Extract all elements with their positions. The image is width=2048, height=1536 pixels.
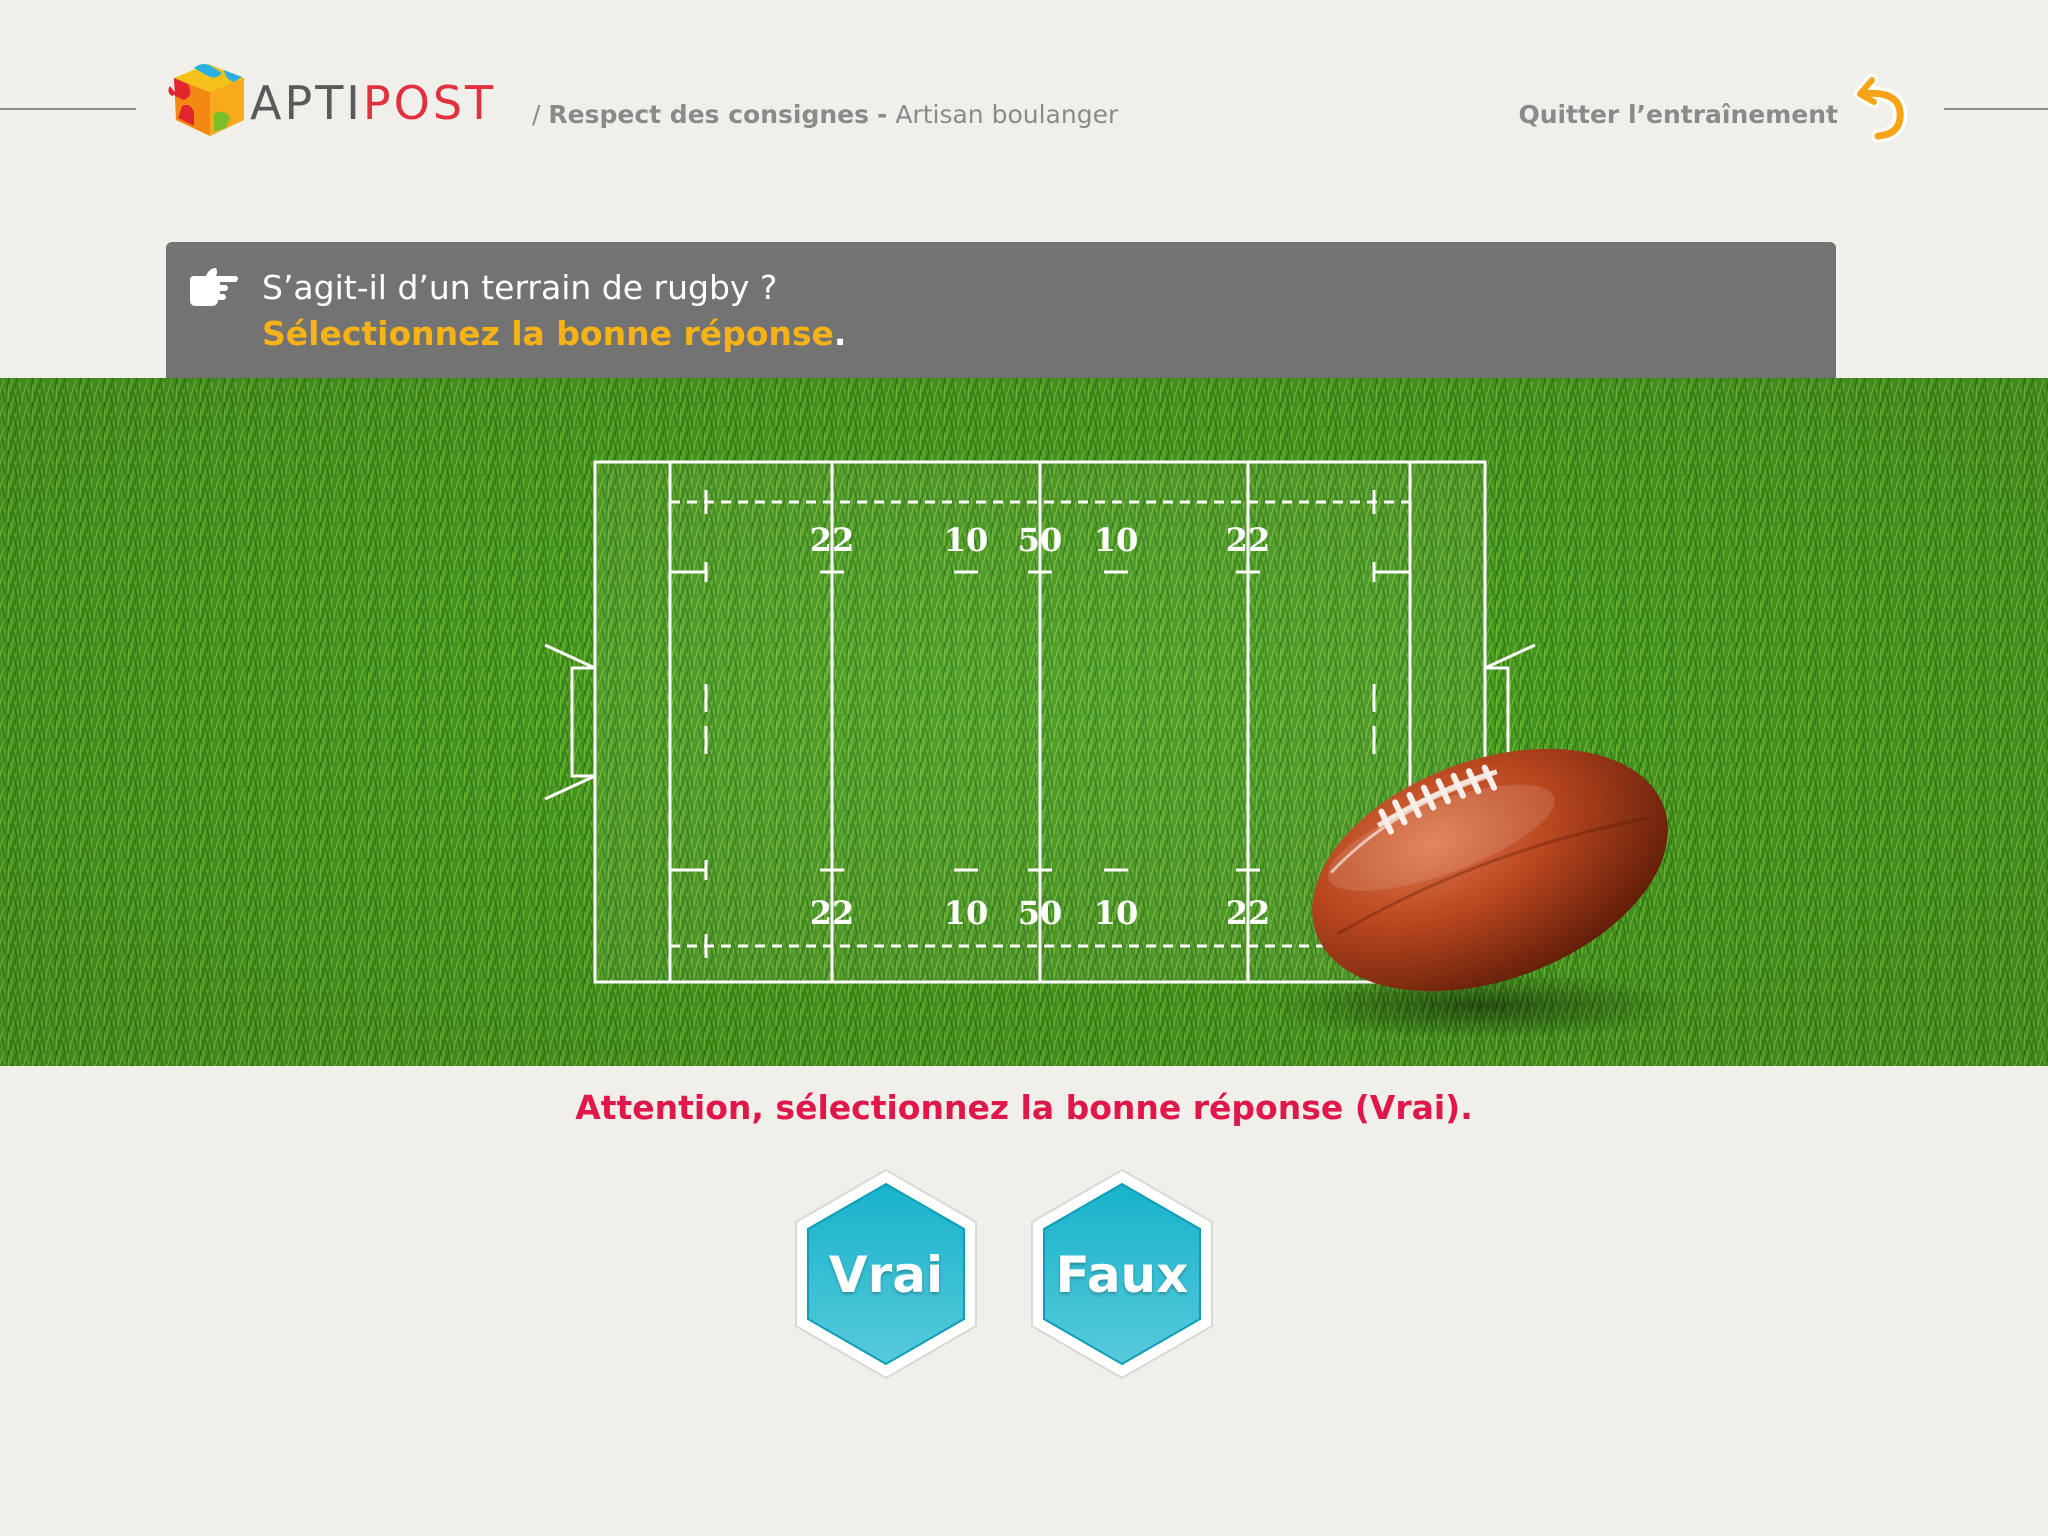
header-line-left <box>0 108 136 110</box>
puzzle-cube-icon <box>168 64 244 136</box>
field-label-bottom-10-right: 10 <box>1094 894 1139 932</box>
faux-button[interactable]: Faux <box>1022 1164 1222 1384</box>
instruction-panel: S’agit-il d’un terrain de rugby ? Sélect… <box>166 242 1836 378</box>
faux-label: Faux <box>1055 1246 1189 1304</box>
field-label-bottom-50: 50 <box>1018 894 1063 932</box>
aptipost-logo: AptiPost <box>164 56 504 146</box>
field-label-bottom-10-left: 10 <box>944 894 989 932</box>
field-label-top-10-right: 10 <box>1094 521 1139 559</box>
vrai-button[interactable]: Vrai <box>786 1164 986 1384</box>
logo-wordmark: AptiPost <box>250 78 496 128</box>
quit-training-link[interactable]: Quitter l’entraînement <box>1518 100 1838 129</box>
field-label-bottom-22-left: 22 <box>810 894 855 932</box>
pointing-hand-icon <box>190 268 238 306</box>
logo-wordmark-post: Post <box>362 76 497 130</box>
field-label-top-10-left: 10 <box>944 521 989 559</box>
field-label-top-22-right: 22 <box>1226 521 1271 559</box>
logo-wordmark-apti: Apti <box>250 76 363 130</box>
field-label-bottom-22-right: 22 <box>1226 894 1271 932</box>
return-arrow-icon[interactable] <box>1852 72 1912 144</box>
field-label-top-50: 50 <box>1018 521 1063 559</box>
breadcrumb-separator: / <box>532 100 541 129</box>
directive-text-main: Sélectionnez la bonne réponse <box>262 314 834 353</box>
vrai-label: Vrai <box>828 1246 944 1304</box>
breadcrumb-dash: - <box>876 100 888 129</box>
field-label-top-22-left: 22 <box>810 521 855 559</box>
directive-text: Sélectionnez la bonne réponse. <box>262 314 846 353</box>
breadcrumb-job: Artisan boulanger <box>895 100 1119 129</box>
rugby-field-image: 22 10 50 10 22 22 10 50 10 22 <box>0 378 2048 1066</box>
breadcrumb: / Respect des consignes - Artisan boulan… <box>532 100 1118 129</box>
warning-message: Attention, sélectionnez la bonne réponse… <box>575 1088 1473 1127</box>
question-text: S’agit-il d’un terrain de rugby ? <box>262 268 778 307</box>
header-line-right <box>1944 108 2048 110</box>
breadcrumb-section: Respect des consignes <box>548 100 870 129</box>
directive-punctuation: . <box>833 314 847 353</box>
